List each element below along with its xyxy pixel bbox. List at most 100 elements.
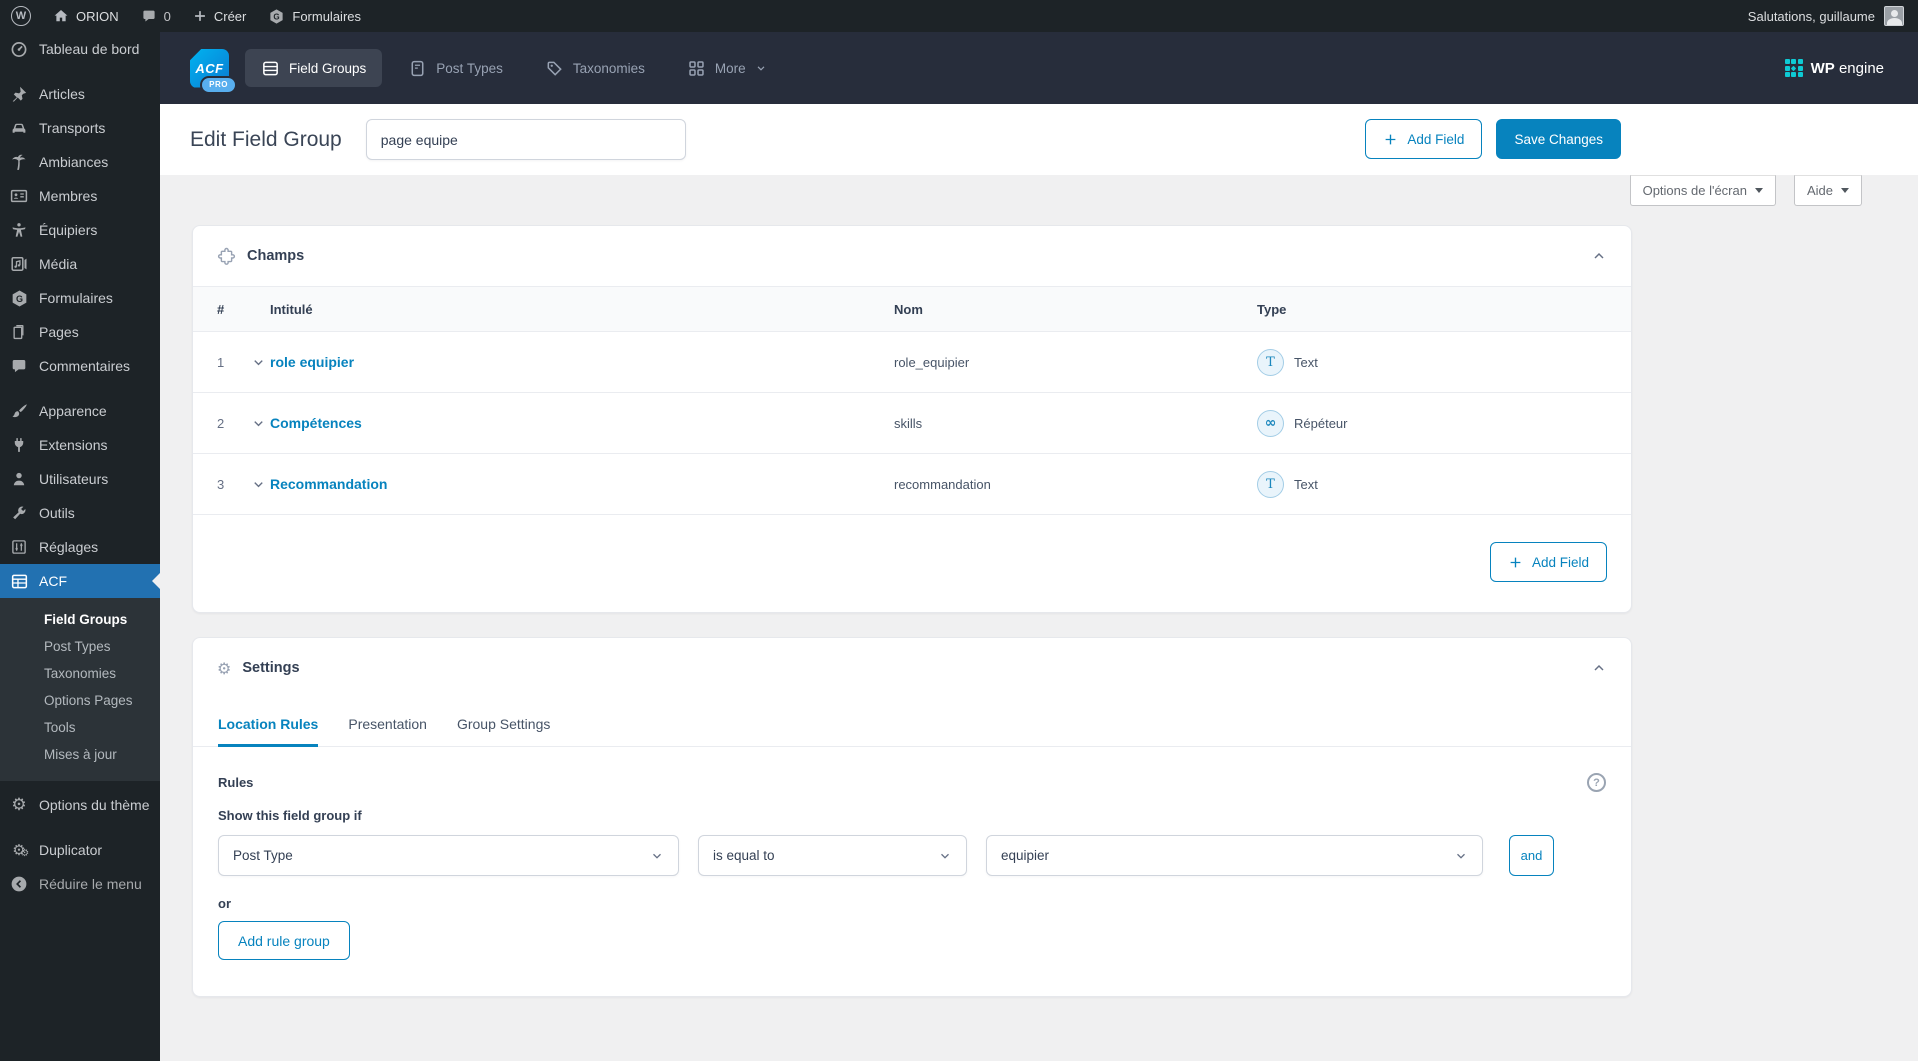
rule-param-select[interactable]: Post Type — [218, 835, 679, 876]
submenu-item-taxonomies[interactable]: Taxonomies — [0, 660, 160, 687]
add-rule-group-button[interactable]: Add rule group — [218, 921, 350, 960]
column-type: Type — [1257, 302, 1286, 317]
sidebar-item-label: Extensions — [39, 437, 107, 453]
site-link[interactable]: ORION — [42, 0, 130, 32]
add-field-button-bottom[interactable]: Add Field — [1490, 542, 1607, 582]
tab-post-types[interactable]: Post Types — [392, 49, 519, 87]
gravity-forms-icon: G — [268, 8, 285, 25]
sidebar-item-equipiers[interactable]: Équipiers — [0, 213, 160, 247]
sidebar-item-transports[interactable]: Transports — [0, 111, 160, 145]
field-label-link[interactable]: Compétences — [270, 415, 362, 431]
sidebar-item-acf[interactable]: ACF — [0, 564, 160, 598]
sidebar-item-reglages[interactable]: Réglages — [0, 530, 160, 564]
tab-group-settings[interactable]: Group Settings — [457, 698, 550, 746]
pro-badge: PRO — [200, 76, 237, 94]
rule-row: Post Type is equal to equipier and — [218, 835, 1606, 876]
new-content-menu[interactable]: Créer — [182, 0, 258, 32]
settings-panel: ⚙ Settings Location Rules Presentation G… — [192, 637, 1632, 997]
sidebar-item-membres[interactable]: Membres — [0, 179, 160, 213]
tab-field-groups[interactable]: Field Groups — [245, 49, 382, 87]
tab-more[interactable]: More — [671, 49, 783, 87]
sidebar-item-utilisateurs[interactable]: Utilisateurs — [0, 462, 160, 496]
acf-submenu: Field Groups Post Types Taxonomies Optio… — [0, 598, 160, 781]
submenu-item-mises-a-jour[interactable]: Mises à jour — [0, 741, 160, 768]
toolbar-actions: Add Field Save Changes — [1365, 119, 1621, 159]
chevron-down-icon[interactable] — [251, 355, 266, 370]
condition-label: Show this field group if — [218, 808, 1606, 823]
fields-table-header: # Intitulé Nom Type — [193, 286, 1631, 332]
user-greeting[interactable]: Salutations, guillaume — [1748, 9, 1875, 24]
field-label-link[interactable]: role equipier — [270, 354, 354, 370]
collapse-panel-button[interactable] — [1591, 248, 1607, 264]
sidebar-item-media[interactable]: Média — [0, 247, 160, 281]
sidebar-item-formulaires[interactable]: G Formulaires — [0, 281, 160, 315]
grid-icon — [687, 59, 706, 78]
submenu-item-post-types[interactable]: Post Types — [0, 633, 160, 660]
tab-presentation[interactable]: Presentation — [348, 698, 427, 746]
button-label: and — [1521, 848, 1543, 863]
chevron-down-icon — [1454, 849, 1468, 863]
tab-label: Taxonomies — [573, 61, 645, 76]
user-icon — [9, 469, 29, 489]
rule-value-select[interactable]: equipier — [986, 835, 1483, 876]
sidebar-item-label: Utilisateurs — [39, 471, 108, 487]
acf-nav-tabs: Field Groups Post Types Taxonomies More — [245, 49, 783, 87]
sidebar-item-articles[interactable]: Articles — [0, 77, 160, 111]
field-type-label: Text — [1294, 355, 1318, 370]
sidebar-item-duplicator[interactable]: ⚙⚙ Duplicator — [0, 833, 160, 867]
sidebar-item-commentaires[interactable]: Commentaires — [0, 349, 160, 383]
dashboard-icon — [9, 39, 29, 59]
fields-panel-footer: Add Field — [193, 515, 1631, 612]
wordpress-icon: W — [11, 6, 31, 26]
tab-location-rules[interactable]: Location Rules — [218, 698, 318, 746]
add-field-button[interactable]: Add Field — [1365, 119, 1482, 159]
sidebar-item-label: Commentaires — [39, 358, 130, 374]
sidebar-item-label: Membres — [39, 188, 97, 204]
sidebar-item-pages[interactable]: Pages — [0, 315, 160, 349]
help-icon[interactable]: ? — [1587, 773, 1606, 792]
comments-shortcut[interactable]: 0 — [130, 0, 182, 32]
sidebar-item-apparence[interactable]: Apparence — [0, 394, 160, 428]
acf-logo[interactable]: ACF PRO — [190, 49, 229, 88]
wpengine-logo[interactable]: WP engine — [1785, 59, 1884, 77]
sidebar-item-outils[interactable]: Outils — [0, 496, 160, 530]
sidebar-item-options-du-theme[interactable]: ⚙ Options du thème — [0, 788, 160, 822]
tag-icon — [545, 59, 564, 78]
rule-operator-select[interactable]: is equal to — [698, 835, 967, 876]
screen-options-toggle[interactable]: Options de l'écran — [1630, 175, 1776, 206]
sidebar-item-tableau-de-bord[interactable]: Tableau de bord — [0, 32, 160, 66]
help-toggle[interactable]: Aide — [1794, 175, 1862, 206]
save-changes-button[interactable]: Save Changes — [1496, 119, 1621, 159]
sidebar-item-label: Tableau de bord — [39, 41, 139, 57]
home-icon — [53, 8, 69, 24]
chevron-down-icon — [650, 849, 664, 863]
fields-panel-title: Champs — [247, 248, 304, 264]
wordpress-menu[interactable]: W — [0, 0, 42, 32]
sidebar-item-extensions[interactable]: Extensions — [0, 428, 160, 462]
column-name: Nom — [894, 302, 923, 317]
text-type-icon: T — [1257, 349, 1284, 376]
main-content: ACF PRO Field Groups Post Types Taxonomi… — [160, 32, 1918, 1061]
gear-icon: ⚙ — [9, 795, 29, 815]
tab-taxonomies[interactable]: Taxonomies — [529, 49, 661, 87]
sidebar-item-label: Transports — [39, 120, 105, 136]
forms-shortcut[interactable]: G Formulaires — [257, 0, 372, 32]
submenu-item-field-groups[interactable]: Field Groups — [0, 606, 160, 633]
field-group-title-input[interactable] — [366, 119, 686, 160]
id-card-icon — [9, 186, 29, 206]
submenu-item-tools[interactable]: Tools — [0, 714, 160, 741]
chevron-down-icon[interactable] — [251, 477, 266, 492]
field-label-link[interactable]: Recommandation — [270, 476, 387, 492]
avatar[interactable] — [1884, 6, 1904, 26]
sidebar-item-reduire-le-menu[interactable]: Réduire le menu — [0, 867, 160, 901]
chevron-down-icon[interactable] — [251, 416, 266, 431]
chevron-up-icon — [1591, 660, 1607, 676]
sidebar-item-ambiances[interactable]: Ambiances — [0, 145, 160, 179]
submenu-item-options-pages[interactable]: Options Pages — [0, 687, 160, 714]
pushpin-icon — [9, 84, 29, 104]
menu-separator — [0, 66, 160, 77]
tab-label: Group Settings — [457, 716, 550, 732]
collapse-panel-button[interactable] — [1591, 660, 1607, 676]
tab-label: Post Types — [436, 61, 503, 76]
and-button[interactable]: and — [1509, 835, 1554, 876]
